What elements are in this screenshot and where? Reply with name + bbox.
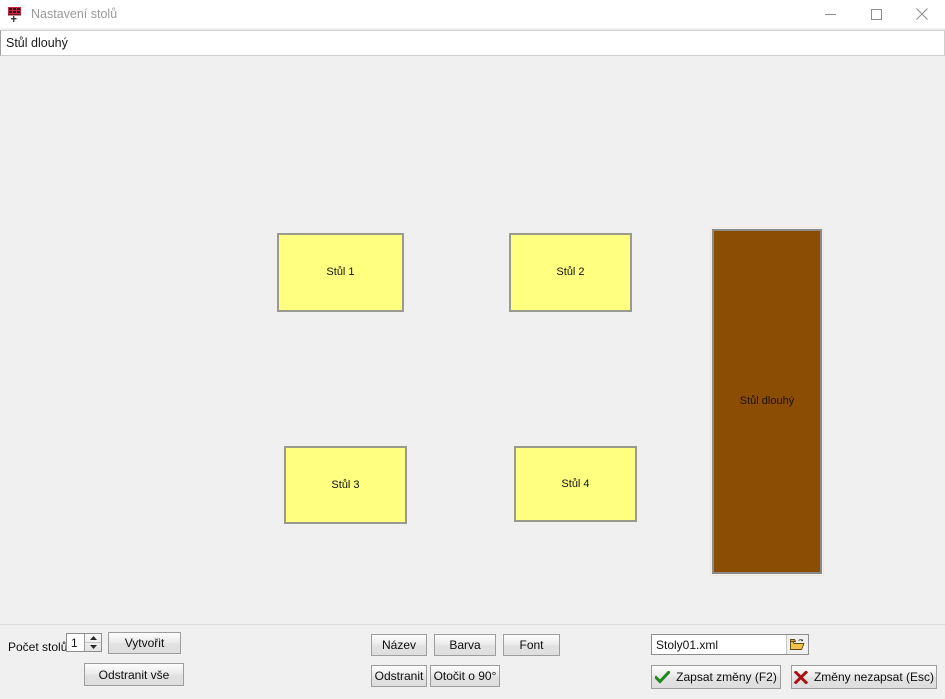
table-count-stepper[interactable]: 1: [66, 633, 102, 652]
file-name-value: Stoly01.xml: [656, 637, 719, 652]
stepper-up-icon[interactable]: [85, 634, 101, 643]
table-shape-label: Stůl 2: [556, 266, 585, 278]
title-bar: Nastavení stolů: [0, 0, 945, 28]
table-count-label: Počet stolů: [8, 640, 68, 654]
file-name-input[interactable]: Stoly01.xml: [651, 634, 809, 655]
color-button[interactable]: Barva: [434, 634, 496, 656]
minimize-icon[interactable]: [807, 0, 853, 28]
cancel-changes-label: Změny nezapsat (Esc): [813, 670, 935, 684]
window-controls: [807, 0, 945, 28]
stepper-buttons: [84, 634, 101, 651]
cancel-changes-button[interactable]: Změny nezapsat (Esc): [791, 665, 937, 689]
delete-all-button[interactable]: Odstranit vše: [84, 663, 184, 686]
create-button[interactable]: Vytvořit: [108, 632, 181, 654]
table-shape-label: Stůl 1: [326, 266, 355, 278]
maximize-icon[interactable]: [853, 0, 899, 28]
table-shape-label: Stůl dlouhý: [739, 395, 795, 407]
close-icon[interactable]: [899, 0, 945, 28]
save-changes-label: Zapsat změny (F2): [676, 670, 777, 684]
tables-canvas[interactable]: Stůl 1 Stůl 2 Stůl 3 Stůl 4 Stůl dlouhý: [0, 57, 945, 624]
remove-button[interactable]: Odstranit: [371, 665, 427, 687]
x-icon: [793, 670, 808, 684]
window-title: Nastavení stolů: [31, 7, 118, 21]
rotate-90-button[interactable]: Otočit o 90°: [430, 665, 500, 687]
table-shape[interactable]: Stůl 4: [514, 446, 637, 522]
tables-layout-icon: [8, 6, 25, 23]
check-icon: [655, 670, 671, 684]
table-shape-label: Stůl 3: [331, 478, 360, 491]
open-folder-icon[interactable]: [786, 635, 808, 654]
table-shape[interactable]: Stůl 3: [284, 446, 407, 524]
table-count-value[interactable]: 1: [67, 634, 84, 651]
table-settings-window: Nastavení stolů Stůl dlouhý Stůl 1 Stůl 2…: [0, 0, 945, 699]
font-button[interactable]: Font: [503, 634, 560, 656]
bottom-toolbar: Počet stolů 1 Vytvořit Odstranit vše Náz…: [0, 625, 945, 699]
table-shape[interactable]: Stůl 1: [277, 233, 404, 312]
table-shape-label: Stůl 4: [561, 477, 590, 490]
table-name-input[interactable]: Stůl dlouhý: [0, 30, 945, 56]
table-name-value: Stůl dlouhý: [6, 36, 68, 50]
name-button[interactable]: Název: [371, 634, 427, 656]
table-shape[interactable]: Stůl 2: [509, 233, 632, 312]
table-shape[interactable]: Stůl dlouhý: [710, 227, 824, 576]
stepper-down-icon[interactable]: [85, 643, 101, 651]
save-changes-button[interactable]: Zapsat změny (F2): [651, 665, 781, 689]
